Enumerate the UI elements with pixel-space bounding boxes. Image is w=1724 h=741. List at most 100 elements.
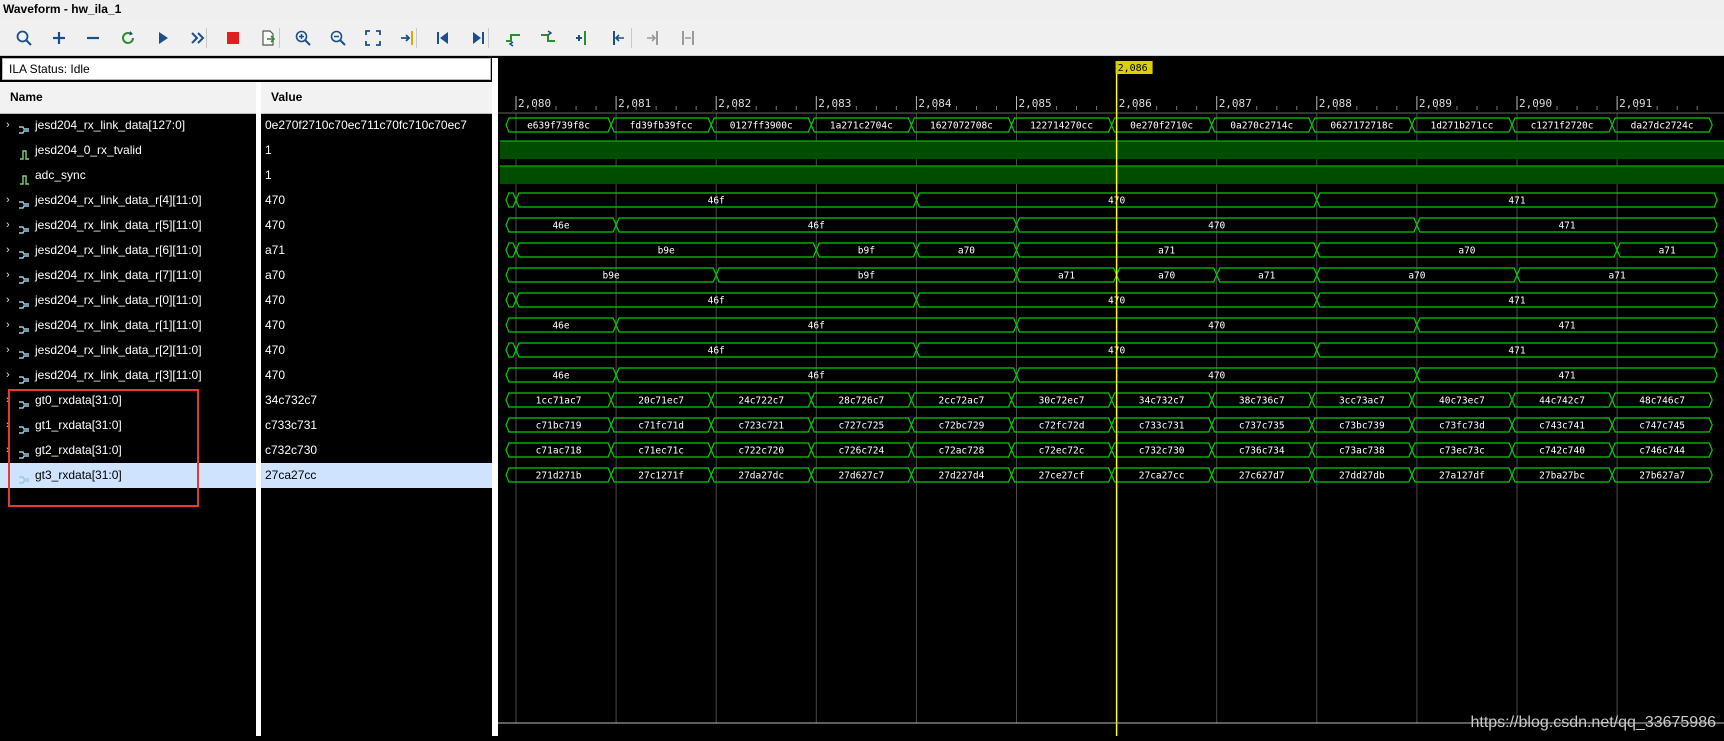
signal-row[interactable]: › jesd204_rx_link_data_r[3][11:0] [0, 363, 256, 388]
bus-value-label: 470 [1208, 321, 1225, 332]
bus-value-label: c71ac718 [536, 446, 582, 457]
bus-value-label: 27c627d7 [1239, 471, 1285, 482]
name-column-header[interactable]: Name [0, 82, 256, 114]
signal-value[interactable]: 1 [261, 163, 492, 188]
signal-value[interactable]: a70 [261, 263, 492, 288]
add-marker-icon[interactable] [572, 27, 594, 49]
bus-value-label: c736c734 [1239, 446, 1285, 457]
signal-value[interactable]: 27ca27cc [261, 463, 492, 488]
signal-name: jesd204_rx_link_data_r[7][11:0] [35, 268, 202, 282]
bus-value-label: b9e [658, 246, 675, 257]
export-icon[interactable] [257, 27, 279, 49]
signal-value[interactable]: 34c732c7 [261, 388, 492, 413]
waveform-row: 46f470471 [505, 192, 1718, 208]
bus-value-label: 1627072708c [930, 121, 993, 132]
bus-signal-icon [18, 370, 30, 384]
ruler-tick-label: 2,089 [1419, 97, 1452, 110]
bus-value-label: 27d627c7 [838, 471, 884, 482]
signal-value[interactable]: 470 [261, 288, 492, 313]
signal-value[interactable]: 470 [261, 338, 492, 363]
bus-value-label: c747c745 [1639, 421, 1685, 432]
bit-signal-icon [18, 145, 30, 160]
signal-value[interactable]: 470 [261, 213, 492, 238]
expand-chevron-icon[interactable]: › [6, 363, 16, 388]
signal-value[interactable]: 470 [261, 188, 492, 213]
bus-signal-icon [18, 195, 30, 209]
signal-row[interactable]: › jesd204_rx_link_data_r[4][11:0] [0, 188, 256, 213]
expand-chevron-icon[interactable]: › [6, 338, 16, 363]
bus-value-label: c73bc739 [1339, 421, 1385, 432]
signal-row[interactable]: › jesd204_rx_link_data_r[6][11:0] [0, 238, 256, 263]
expand-chevron-icon[interactable]: › [6, 113, 16, 138]
next-transition-icon[interactable] [537, 27, 559, 49]
go-to-end-icon[interactable] [467, 27, 489, 49]
bus-value-label: 470 [1208, 371, 1225, 382]
stop-icon[interactable] [222, 27, 244, 49]
signal-row[interactable]: › jesd204_rx_link_data_r[0][11:0] [0, 288, 256, 313]
waveform-row: 271d271b 27c1271f 27da27dc 27d627c7 27d227d4… [505, 467, 1713, 483]
signal-row[interactable]: jesd204_0_rx_tvalid [0, 138, 256, 163]
ruler-tick-label: 2,086 [1119, 97, 1152, 110]
cursor-label: 2,086 [1118, 63, 1148, 74]
signal-value[interactable]: c733c731 [261, 413, 492, 438]
signal-value[interactable]: 1 [261, 138, 492, 163]
zoom-fit-icon[interactable] [362, 27, 384, 49]
run-icon[interactable] [152, 27, 174, 49]
next-marker-icon[interactable] [642, 27, 664, 49]
toolbar-separator [631, 28, 632, 48]
signal-value-panel: Value 0e270f2710c70ec711c70fc710c70ec7 1 1… [261, 82, 492, 736]
signal-row[interactable]: › jesd204_rx_link_data_r[1][11:0] [0, 313, 256, 338]
toolbar-separator [416, 28, 417, 48]
bus-value-label: c733c731 [1139, 421, 1185, 432]
bus-value-label: 46e [552, 221, 569, 232]
waveform-row: 46e 46f 470 471 [505, 217, 1718, 233]
bus-signal-icon [18, 295, 30, 309]
toolbar-separator [279, 28, 280, 48]
signal-row[interactable]: adc_sync [0, 163, 256, 188]
bus-value-label: fd39fb39fcc [630, 121, 693, 132]
signal-row[interactable]: › jesd204_rx_link_data_r[7][11:0] [0, 263, 256, 288]
waveform-row: 46e 46f 470 471 [505, 367, 1718, 383]
expand-chevron-icon[interactable]: › [6, 313, 16, 338]
signal-value[interactable]: 0e270f2710c70ec711c70fc710c70ec7 [261, 113, 492, 138]
expand-chevron-icon[interactable]: › [6, 238, 16, 263]
zoom-in-icon[interactable] [292, 27, 314, 49]
refresh-icon[interactable] [117, 27, 139, 49]
zoom-out-icon[interactable] [327, 27, 349, 49]
signal-value[interactable]: 470 [261, 363, 492, 388]
value-column-header[interactable]: Value [261, 82, 492, 114]
bus-value-label: a71 [1158, 246, 1175, 257]
swap-cursors-icon[interactable] [677, 27, 699, 49]
waveform-row: 1cc71ac7 20c71ec7 24c722c7 28c726c7 2cc72ac7… [505, 392, 1713, 408]
bus-value-label: c72ec72c [1039, 446, 1085, 457]
bus-signal-icon [18, 120, 30, 134]
signal-row[interactable]: › jesd204_rx_link_data_r[5][11:0] [0, 213, 256, 238]
signal-value[interactable]: a71 [261, 238, 492, 263]
waveform-row: c71bc719 c71fc71d c723c721 c727c725 c72bc729… [505, 417, 1713, 433]
signal-row[interactable]: › jesd204_rx_link_data_r[2][11:0] [0, 338, 256, 363]
previous-transition-icon[interactable] [502, 27, 524, 49]
waveform-canvas[interactable]: 2,080 2,081 2,082 2,083 2,084 2,085 2,086 2,087… [498, 58, 1724, 736]
expand-chevron-icon[interactable]: › [6, 263, 16, 288]
previous-marker-icon[interactable] [607, 27, 629, 49]
signal-row[interactable]: › jesd204_rx_link_data[127:0] [0, 113, 256, 138]
high-level-band [500, 166, 1724, 184]
bus-value-label: 27ca27cc [1139, 471, 1185, 482]
bus-value-label: da27dc2724c [1631, 121, 1694, 132]
signal-value[interactable]: c732c730 [261, 438, 492, 463]
bus-value-label: 471 [1508, 346, 1525, 357]
ruler-tick-label: 2,083 [818, 97, 851, 110]
expand-chevron-icon[interactable]: › [6, 188, 16, 213]
expand-chevron-icon[interactable]: › [6, 213, 16, 238]
signal-value[interactable]: 470 [261, 313, 492, 338]
expand-chevron-icon[interactable]: › [6, 288, 16, 313]
bus-value-label: 471 [1558, 371, 1575, 382]
remove-icon[interactable] [82, 27, 104, 49]
bus-value-label: 1d271b271cc [1430, 121, 1493, 132]
add-icon[interactable] [48, 27, 70, 49]
signal-name: jesd204_rx_link_data_r[4][11:0] [35, 193, 202, 207]
toolbar-separator [488, 28, 489, 48]
bus-value-label: 46f [808, 321, 825, 332]
go-to-start-icon[interactable] [432, 27, 454, 49]
search-icon[interactable] [13, 27, 35, 49]
